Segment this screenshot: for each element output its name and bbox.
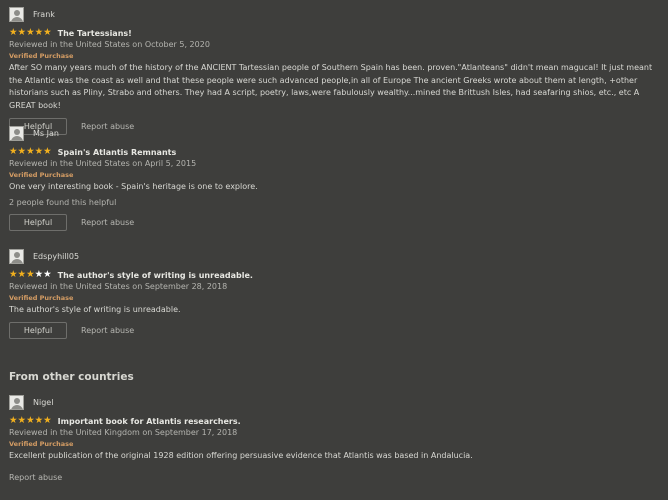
review-date: Reviewed in the United Kingdom on Septem… xyxy=(9,428,238,437)
review-title[interactable]: The Tartessians! xyxy=(58,29,132,38)
star-icon: ★ xyxy=(34,27,44,38)
review-actions: Helpful Report abuse xyxy=(9,322,664,340)
review-actions: Helpful Report abuse xyxy=(9,214,664,232)
star-rating: ★ ★ ★ ★ ★ xyxy=(9,416,52,426)
review-title[interactable]: The author's style of writing is unreada… xyxy=(58,271,253,280)
reviews-page: Frank ★ ★ ★ ★ ★ The Tartessians! Reviewe… xyxy=(9,4,664,487)
star-icon: ★ xyxy=(17,146,27,157)
avatar-icon xyxy=(9,248,24,264)
star-rating: ★ ★ ★ ★ ★ xyxy=(9,270,52,280)
star-icon: ★ xyxy=(17,415,27,426)
review-nigel: Nigel ★ ★ ★ ★ ★ Important book for Atlan… xyxy=(9,392,664,487)
avatar-icon xyxy=(9,6,24,22)
star-icon: ★ xyxy=(43,27,52,38)
review-title-row[interactable]: ★ ★ ★ ★ ★ The author's style of writing … xyxy=(9,269,664,281)
verified-purchase-badge: Verified Purchase xyxy=(9,52,74,60)
star-rating: ★ ★ ★ ★ ★ xyxy=(9,28,52,38)
reviewer-name: Edspyhill05 xyxy=(33,251,80,261)
avatar-icon xyxy=(9,125,24,141)
review-actions: Report abuse xyxy=(9,469,664,487)
reviewer-profile[interactable]: Ms Jan xyxy=(9,123,664,143)
helpful-count: 2 people found this helpful xyxy=(9,197,117,207)
reviewer-profile[interactable]: Nigel xyxy=(9,392,664,412)
report-abuse-link[interactable]: Report abuse xyxy=(81,326,134,335)
verified-purchase-badge: Verified Purchase xyxy=(9,440,74,448)
helpful-button[interactable]: Helpful xyxy=(9,214,67,231)
reviewer-name: Nigel xyxy=(33,397,54,407)
star-icon: ★ xyxy=(43,146,52,157)
review-body: One very interesting book - Spain's heri… xyxy=(9,182,258,191)
star-icon: ★ xyxy=(26,269,35,280)
star-icon: ★ xyxy=(9,269,18,280)
star-icon: ★ xyxy=(9,146,18,157)
review-title-row[interactable]: ★ ★ ★ ★ ★ Spain's Atlantis Remnants xyxy=(9,146,664,158)
star-icon: ★ xyxy=(9,27,18,38)
review-title-row[interactable]: ★ ★ ★ ★ ★ The Tartessians! xyxy=(9,27,664,39)
star-icon: ★ xyxy=(43,415,52,426)
review-title[interactable]: Important book for Atlantis researchers. xyxy=(58,417,241,426)
star-icon: ★ xyxy=(34,146,44,157)
star-empty-icon: ★ xyxy=(43,269,52,280)
star-icon: ★ xyxy=(9,415,18,426)
reviewer-name: Ms Jan xyxy=(33,128,59,138)
star-rating: ★ ★ ★ ★ ★ xyxy=(9,147,52,157)
reviewer-profile[interactable]: Edspyhill05 xyxy=(9,246,664,266)
verified-purchase-badge: Verified Purchase xyxy=(9,171,74,179)
other-countries-heading: From other countries xyxy=(9,371,134,383)
avatar-icon xyxy=(9,394,24,410)
star-icon: ★ xyxy=(26,146,35,157)
star-icon: ★ xyxy=(17,269,27,280)
star-icon: ★ xyxy=(26,27,35,38)
review-body: After SO many years much of the history … xyxy=(9,63,653,110)
star-icon: ★ xyxy=(26,415,35,426)
reviewer-name: Frank xyxy=(33,9,55,19)
verified-purchase-badge: Verified Purchase xyxy=(9,294,74,302)
review-date: Reviewed in the United States on October… xyxy=(9,40,210,49)
report-abuse-link[interactable]: Report abuse xyxy=(9,473,62,482)
review-title[interactable]: Spain's Atlantis Remnants xyxy=(58,148,177,157)
star-icon: ★ xyxy=(17,27,27,38)
star-empty-icon: ★ xyxy=(34,269,44,280)
review-date: Reviewed in the United States on April 5… xyxy=(9,159,197,168)
reviewer-profile[interactable]: Frank xyxy=(9,4,664,24)
review-body: The author's style of writing is unreada… xyxy=(9,305,181,314)
helpful-button[interactable]: Helpful xyxy=(9,322,67,339)
report-abuse-link[interactable]: Report abuse xyxy=(81,218,134,227)
review-frank: Frank ★ ★ ★ ★ ★ The Tartessians! Reviewe… xyxy=(9,4,664,135)
review-title-row[interactable]: ★ ★ ★ ★ ★ Important book for Atlantis re… xyxy=(9,415,664,427)
review-ms-jan: Ms Jan ★ ★ ★ ★ ★ Spain's Atlantis Remnan… xyxy=(9,123,664,246)
star-icon: ★ xyxy=(34,415,44,426)
review-body: Excellent publication of the original 19… xyxy=(9,451,473,460)
review-date: Reviewed in the United States on Septemb… xyxy=(9,282,228,291)
review-edspyhill05: Edspyhill05 ★ ★ ★ ★ ★ The author's style… xyxy=(9,246,664,365)
